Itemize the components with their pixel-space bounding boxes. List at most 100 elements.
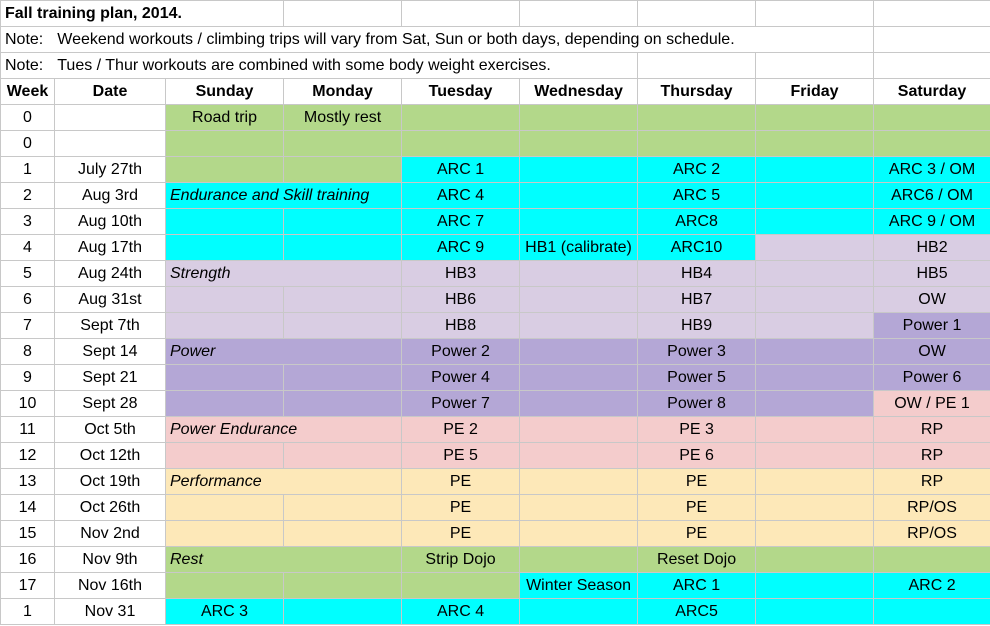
thursday-cell[interactable]: ARC 1 [637,572,757,599]
wednesday-cell[interactable] [519,546,639,573]
monday-cell[interactable] [283,598,403,625]
saturday-cell[interactable]: RP [873,416,990,443]
wednesday-cell[interactable] [519,416,639,443]
friday-cell[interactable] [755,104,875,131]
phase-label-cell[interactable]: Endurance and Skill training [164,182,403,209]
saturday-cell[interactable]: RP [873,442,990,469]
date-cell[interactable]: Aug 3rd [54,182,166,209]
tuesday-cell[interactable]: ARC 1 [401,156,521,183]
friday-cell[interactable] [755,598,875,625]
saturday-cell[interactable]: HB5 [873,260,990,287]
tuesday-cell[interactable]: PE [401,468,521,495]
wednesday-cell[interactable] [519,520,639,547]
saturday-cell[interactable]: OW [873,338,990,365]
tuesday-cell[interactable]: PE [401,494,521,521]
week-cell[interactable]: 0 [0,130,55,157]
phase-label-cell[interactable]: Strength [164,260,403,287]
column-header-sunday[interactable]: Sunday [164,78,285,105]
date-cell[interactable]: Nov 2nd [54,520,166,547]
week-cell[interactable]: 4 [0,234,55,261]
cell[interactable] [755,52,875,79]
friday-cell[interactable] [755,234,875,261]
date-cell[interactable]: Nov 9th [54,546,166,573]
monday-cell[interactable] [283,520,403,547]
cell[interactable] [873,52,990,79]
wednesday-cell[interactable] [519,104,639,131]
sunday-cell[interactable] [164,390,285,417]
saturday-cell[interactable]: OW [873,286,990,313]
sunday-cell[interactable] [164,286,285,313]
monday-cell[interactable] [283,130,403,157]
monday-cell[interactable] [283,442,403,469]
note-cell[interactable]: Note: Tues / Thur workouts are combined w… [0,52,639,79]
week-cell[interactable]: 12 [0,442,55,469]
date-cell[interactable]: Oct 5th [54,416,166,443]
sunday-cell[interactable] [164,364,285,391]
monday-cell[interactable] [283,390,403,417]
date-cell[interactable]: Aug 24th [54,260,166,287]
thursday-cell[interactable]: ARC 5 [637,182,757,209]
monday-cell[interactable] [283,286,403,313]
week-cell[interactable]: 14 [0,494,55,521]
saturday-cell[interactable]: RP/OS [873,494,990,521]
cell[interactable] [519,0,639,27]
monday-cell[interactable] [283,234,403,261]
sunday-cell[interactable] [164,312,285,339]
thursday-cell[interactable] [637,104,757,131]
tuesday-cell[interactable] [401,572,521,599]
friday-cell[interactable] [755,286,875,313]
cell[interactable] [755,0,875,27]
column-header-wednesday[interactable]: Wednesday [519,78,639,105]
tuesday-cell[interactable] [401,104,521,131]
wednesday-cell[interactable] [519,338,639,365]
sunday-cell[interactable] [164,442,285,469]
friday-cell[interactable] [755,338,875,365]
date-cell[interactable]: Sept 7th [54,312,166,339]
monday-cell[interactable] [283,312,403,339]
tuesday-cell[interactable]: Strip Dojo [401,546,521,573]
sunday-cell[interactable] [164,234,285,261]
column-header-tuesday[interactable]: Tuesday [401,78,521,105]
column-header-week[interactable]: Week [0,78,55,105]
note-cell[interactable]: Note: Weekend workouts / climbing trips w… [0,26,875,53]
sunday-cell[interactable] [164,208,285,235]
date-cell[interactable]: Aug 31st [54,286,166,313]
saturday-cell[interactable]: RP [873,468,990,495]
date-cell[interactable]: Sept 28 [54,390,166,417]
wednesday-cell[interactable] [519,208,639,235]
thursday-cell[interactable]: Reset Dojo [637,546,757,573]
phase-label-cell[interactable]: Power [164,338,403,365]
week-cell[interactable]: 2 [0,182,55,209]
friday-cell[interactable] [755,130,875,157]
thursday-cell[interactable]: PE 6 [637,442,757,469]
tuesday-cell[interactable]: HB8 [401,312,521,339]
thursday-cell[interactable]: HB4 [637,260,757,287]
thursday-cell[interactable]: Power 5 [637,364,757,391]
saturday-cell[interactable]: HB2 [873,234,990,261]
phase-label-cell[interactable]: Power Endurance [164,416,403,443]
friday-cell[interactable] [755,182,875,209]
tuesday-cell[interactable]: PE [401,520,521,547]
week-cell[interactable]: 9 [0,364,55,391]
tuesday-cell[interactable]: Power 2 [401,338,521,365]
column-header-thursday[interactable]: Thursday [637,78,757,105]
sheet-title[interactable]: Fall training plan, 2014. [0,0,285,27]
saturday-cell[interactable] [873,598,990,625]
monday-cell[interactable] [283,364,403,391]
wednesday-cell[interactable] [519,364,639,391]
saturday-cell[interactable]: ARC 2 [873,572,990,599]
saturday-cell[interactable]: ARC 3 / OM [873,156,990,183]
thursday-cell[interactable]: ARC5 [637,598,757,625]
thursday-cell[interactable]: PE [637,520,757,547]
thursday-cell[interactable]: HB7 [637,286,757,313]
friday-cell[interactable] [755,572,875,599]
tuesday-cell[interactable]: HB3 [401,260,521,287]
thursday-cell[interactable] [637,130,757,157]
saturday-cell[interactable]: Power 6 [873,364,990,391]
week-cell[interactable]: 16 [0,546,55,573]
friday-cell[interactable] [755,260,875,287]
wednesday-cell[interactable] [519,468,639,495]
friday-cell[interactable] [755,494,875,521]
cell[interactable] [873,26,990,53]
wednesday-cell[interactable] [519,156,639,183]
